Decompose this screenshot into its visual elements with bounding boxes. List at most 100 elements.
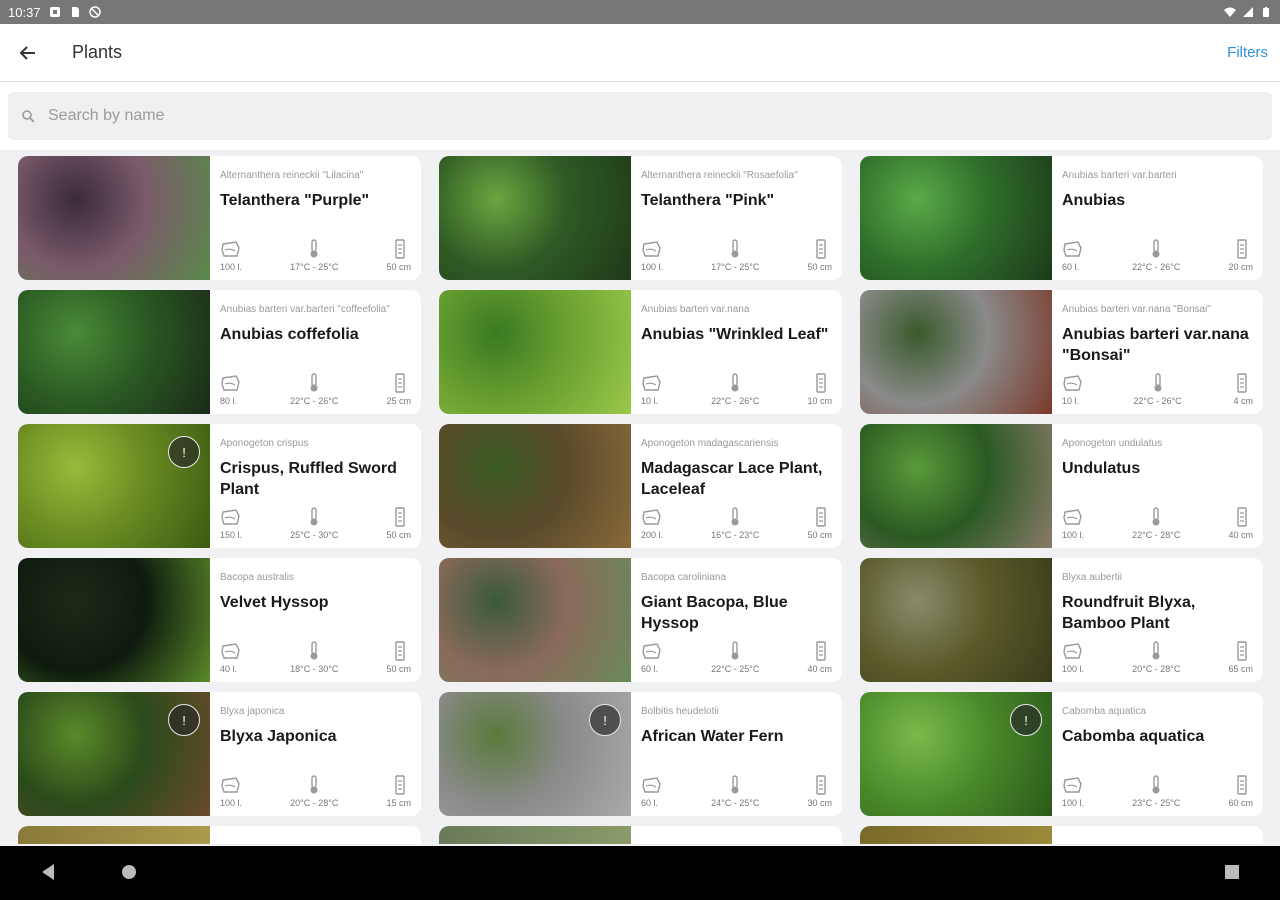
scientific-name: Anubias barteri var.nana bbox=[641, 304, 750, 315]
info-badge-icon: ! bbox=[1010, 704, 1042, 736]
nav-back-icon[interactable] bbox=[40, 863, 56, 881]
common-name: Undulatus bbox=[1062, 460, 1141, 477]
height-value: 50 cm bbox=[386, 664, 411, 674]
tank-volume-icon bbox=[1062, 373, 1084, 393]
common-name: Anubias barteri var.nana "Bonsai" bbox=[1062, 326, 1249, 364]
plant-photo bbox=[439, 424, 631, 548]
height-stat: 25 cm bbox=[386, 373, 411, 406]
scientific-name: Blyxa aubertii bbox=[1062, 572, 1123, 583]
notification-icon bbox=[49, 7, 60, 17]
plant-card[interactable]: Alternanthera reineckii "Lilacina" Telant… bbox=[18, 156, 421, 280]
tank-volume-icon bbox=[220, 373, 242, 393]
plant-photo bbox=[439, 826, 631, 844]
sd-card-icon bbox=[71, 7, 79, 17]
thermometer-icon bbox=[303, 507, 325, 527]
plant-card[interactable]: ! Bolbitis heudelotii African Water Fern 60… bbox=[439, 692, 842, 816]
plant-card[interactable]: Anubias barteri var.nana Anubias "Wrinkle… bbox=[439, 290, 842, 414]
height-value: 60 cm bbox=[1228, 798, 1253, 808]
height-stat: 4 cm bbox=[1231, 373, 1253, 406]
plant-card-partial[interactable] bbox=[439, 826, 842, 844]
search-box[interactable] bbox=[8, 92, 1272, 140]
plant-info: Cabomba aquatica Cabomba aquatica 100 l. 23… bbox=[1052, 692, 1263, 816]
temperature-stat: 22°C - 25°C bbox=[711, 641, 759, 674]
ruler-icon bbox=[1231, 507, 1253, 527]
info-badge-icon: ! bbox=[168, 436, 200, 468]
plant-stats: 150 l. 25°C - 30°C 50 cm bbox=[220, 507, 411, 540]
temperature-value: 24°C - 25°C bbox=[711, 798, 760, 808]
plant-photo bbox=[439, 156, 631, 280]
plant-info: Blyxa japonica Blyxa Japonica 100 l. 20°C -… bbox=[210, 692, 421, 816]
tank-volume-icon bbox=[1062, 507, 1084, 527]
plant-stats: 40 l. 18°C - 30°C 50 cm bbox=[220, 641, 411, 674]
ruler-icon bbox=[810, 239, 832, 259]
scientific-name: Aponogeton crispus bbox=[220, 438, 309, 449]
volume-value: 60 l. bbox=[1062, 262, 1080, 272]
plant-card[interactable]: Bacopa australis Velvet Hyssop 40 l. 18°C -… bbox=[18, 558, 421, 682]
plant-card-partial[interactable] bbox=[860, 826, 1263, 844]
volume-stat: 200 l. bbox=[641, 507, 663, 540]
temperature-stat: 16°C - 23°C bbox=[711, 507, 759, 540]
volume-stat: 40 l. bbox=[220, 641, 242, 674]
plant-card[interactable]: Aponogeton madagascariensis Madagascar La… bbox=[439, 424, 842, 548]
plant-stats: 10 l. 22°C - 26°C 10 cm bbox=[641, 373, 832, 406]
plant-stats: 60 l. 24°C - 25°C 30 cm bbox=[641, 775, 832, 808]
scientific-name: Blyxa japonica bbox=[220, 706, 285, 717]
plant-info: Bolbitis heudelotii African Water Fern 60 … bbox=[631, 692, 842, 816]
plant-photo bbox=[860, 156, 1052, 280]
plant-card[interactable]: ! Blyxa japonica Blyxa Japonica 100 l. 20°C … bbox=[18, 692, 421, 816]
temperature-stat: 24°C - 25°C bbox=[711, 775, 759, 808]
plant-info: Blyxa aubertii Roundfruit Blyxa, Bamboo P… bbox=[1052, 558, 1263, 682]
plant-card-partial[interactable] bbox=[18, 826, 421, 844]
height-stat: 50 cm bbox=[386, 507, 411, 540]
height-value: 40 cm bbox=[807, 664, 832, 674]
plant-card[interactable]: Anubias barteri var.nana "Bonsai" Anubias… bbox=[860, 290, 1263, 414]
ruler-icon bbox=[389, 775, 411, 795]
plant-card[interactable]: Anubias barteri var.barteri Anubias 60 l. 2… bbox=[860, 156, 1263, 280]
temperature-value: 20°C - 28°C bbox=[1132, 664, 1181, 674]
no-sync-icon bbox=[88, 6, 101, 18]
tank-volume-icon bbox=[641, 775, 663, 795]
plant-photo bbox=[860, 826, 1052, 844]
temperature-stat: 20°C - 28°C bbox=[290, 775, 338, 808]
ruler-icon bbox=[389, 239, 411, 259]
scientific-name: Aponogeton madagascariensis bbox=[641, 438, 779, 449]
common-name: Velvet Hyssop bbox=[220, 594, 329, 611]
nav-home-icon[interactable] bbox=[120, 863, 138, 881]
back-button[interactable] bbox=[0, 24, 56, 82]
wifi-icon bbox=[1224, 7, 1236, 17]
plant-info: Bacopa caroliniana Giant Bacopa, Blue Hys… bbox=[631, 558, 842, 682]
ruler-icon bbox=[1231, 775, 1253, 795]
height-stat: 10 cm bbox=[807, 373, 832, 406]
common-name: Anubias bbox=[1062, 192, 1126, 209]
plant-card[interactable]: ! Cabomba aquatica Cabomba aquatica 100 l. 2… bbox=[860, 692, 1263, 816]
temperature-value: 18°C - 30°C bbox=[290, 664, 339, 674]
plant-card[interactable]: Anubias barteri var.barteri "coffeefolia… bbox=[18, 290, 421, 414]
nav-recents-icon[interactable] bbox=[1224, 863, 1240, 881]
plant-card[interactable]: Blyxa aubertii Roundfruit Blyxa, Bamboo P… bbox=[860, 558, 1263, 682]
height-value: 50 cm bbox=[386, 262, 411, 272]
plant-photo bbox=[860, 424, 1052, 548]
tank-volume-icon bbox=[220, 775, 242, 795]
plant-card[interactable]: Bacopa caroliniana Giant Bacopa, Blue Hys… bbox=[439, 558, 842, 682]
volume-stat: 60 l. bbox=[1062, 239, 1084, 272]
scientific-name: Anubias barteri var.barteri bbox=[1062, 170, 1177, 181]
plant-card[interactable]: ! Aponogeton crispus Crispus, Ruffled Swor… bbox=[18, 424, 421, 548]
filters-button[interactable]: Filters bbox=[1227, 44, 1268, 61]
temperature-stat: 17°C - 25°C bbox=[290, 239, 338, 272]
plant-card[interactable]: Alternanthera reineckii "Rosaefolia" Tela… bbox=[439, 156, 842, 280]
tank-volume-icon bbox=[220, 239, 242, 259]
temperature-value: 16°C - 23°C bbox=[711, 530, 760, 540]
height-stat: 30 cm bbox=[807, 775, 832, 808]
plant-photo bbox=[439, 558, 631, 682]
volume-stat: 100 l. bbox=[1062, 775, 1084, 808]
height-value: 15 cm bbox=[386, 798, 411, 808]
plant-info: Aponogeton undulatus Undulatus 100 l. 22°C … bbox=[1052, 424, 1263, 548]
height-value: 30 cm bbox=[807, 798, 832, 808]
tank-volume-icon bbox=[641, 507, 663, 527]
search-input[interactable] bbox=[48, 107, 1148, 125]
plant-card[interactable]: Aponogeton undulatus Undulatus 100 l. 22°C … bbox=[860, 424, 1263, 548]
thermometer-icon bbox=[724, 507, 746, 527]
plant-photo bbox=[439, 290, 631, 414]
volume-value: 100 l. bbox=[1062, 530, 1085, 540]
back-arrow-icon bbox=[19, 45, 35, 60]
